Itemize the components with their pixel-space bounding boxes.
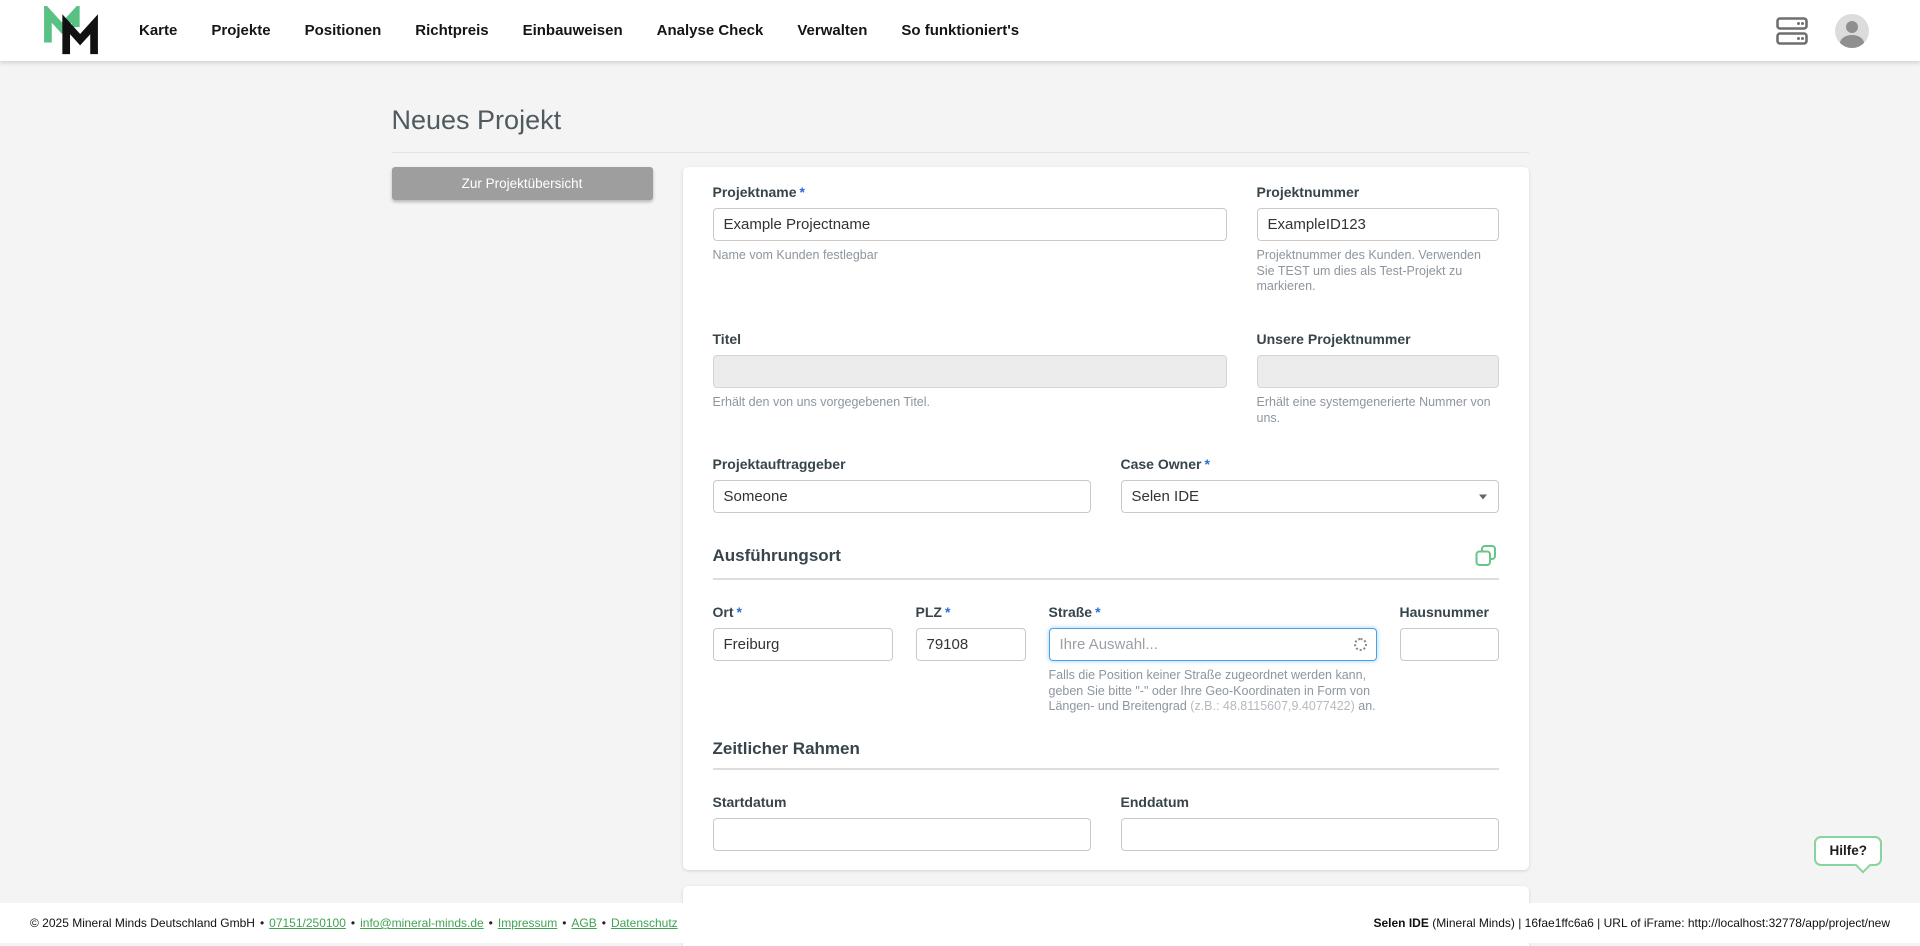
- ort-input[interactable]: [713, 628, 893, 661]
- hausnummer-label: Hausnummer: [1400, 604, 1499, 621]
- footer-left: © 2025 Mineral Minds Deutschland GmbH•07…: [30, 916, 678, 930]
- section-zeitlicher-rahmen: Zeitlicher Rahmen: [713, 739, 1499, 770]
- required-asterisk: *: [1204, 456, 1209, 472]
- footer-link-datenschutz[interactable]: Datenschutz: [611, 916, 678, 930]
- field-plz: PLZ*: [916, 604, 1026, 715]
- page-title: Neues Projekt: [392, 105, 1529, 153]
- field-projektnummer: Projektnummer Projektnummer des Kunden. …: [1257, 184, 1499, 295]
- projektnummer-input[interactable]: [1257, 208, 1499, 241]
- nav-item-karte[interactable]: Karte: [122, 0, 194, 61]
- unsere-projektnummer-helper: Erhält eine systemgenerierte Nummer von …: [1257, 395, 1499, 426]
- plz-input[interactable]: [916, 628, 1026, 661]
- field-unsere-projektnummer: Unsere Projektnummer Erhält eine systemg…: [1257, 331, 1499, 426]
- app-footer: © 2025 Mineral Minds Deutschland GmbH•07…: [0, 903, 1920, 943]
- section-ausfuehrungsort: Ausführungsort: [713, 543, 1499, 580]
- main-nav: Karte Projekte Positionen Richtpreis Ein…: [122, 0, 1036, 61]
- avatar-head-icon: [1846, 21, 1858, 33]
- projektnummer-label: Projektnummer: [1257, 184, 1499, 201]
- field-projektauftraggeber: Projektauftraggeber: [713, 456, 1091, 513]
- help-button[interactable]: Hilfe?: [1814, 836, 1882, 866]
- nav-item-so-funktionierts[interactable]: So funktioniert's: [884, 0, 1036, 61]
- field-titel: Titel Erhält den von uns vorgegebenen Ti…: [713, 331, 1227, 426]
- enddatum-label: Enddatum: [1121, 794, 1499, 811]
- copyright-text: © 2025 Mineral Minds Deutschland GmbH: [30, 916, 255, 930]
- required-asterisk: *: [945, 604, 950, 620]
- nav-item-einbauweisen[interactable]: Einbauweisen: [506, 0, 640, 61]
- field-strasse: Straße* Falls die Position keiner Straße…: [1049, 604, 1377, 715]
- strasse-label: Straße*: [1049, 604, 1377, 621]
- field-ort: Ort*: [713, 604, 893, 715]
- nav-item-projekte[interactable]: Projekte: [194, 0, 287, 61]
- field-startdatum: Startdatum: [713, 794, 1091, 851]
- section-ausfuehrungsort-title: Ausführungsort: [713, 546, 841, 566]
- titel-label: Titel: [713, 331, 1227, 348]
- startdatum-input[interactable]: [713, 818, 1091, 851]
- avatar-body-icon: [1840, 35, 1864, 48]
- field-projektname: Projektname* Name vom Kunden festlegbar: [713, 184, 1227, 295]
- case-owner-select[interactable]: [1121, 480, 1499, 513]
- field-hausnummer: Hausnummer: [1400, 604, 1499, 715]
- project-form-card: Projektname* Name vom Kunden festlegbar …: [683, 167, 1529, 870]
- required-asterisk: *: [1095, 604, 1100, 620]
- footer-link-impressum[interactable]: Impressum: [498, 916, 557, 930]
- nav-item-richtpreis[interactable]: Richtpreis: [398, 0, 505, 61]
- hausnummer-input[interactable]: [1400, 628, 1499, 661]
- enddatum-input[interactable]: [1121, 818, 1499, 851]
- ort-label: Ort*: [713, 604, 893, 621]
- footer-link-agb[interactable]: AGB: [571, 916, 596, 930]
- strasse-input[interactable]: [1049, 628, 1377, 661]
- projektname-label: Projektname*: [713, 184, 1227, 201]
- footer-link-email[interactable]: info@mineral-minds.de: [360, 916, 484, 930]
- copy-address-icon[interactable]: [1473, 543, 1499, 569]
- footer-user: Selen IDE: [1374, 916, 1429, 930]
- projektname-input[interactable]: [713, 208, 1227, 241]
- nav-item-analyse-check[interactable]: Analyse Check: [640, 0, 781, 61]
- projektname-helper: Name vom Kunden festlegbar: [713, 248, 1227, 264]
- main-content: Neues Projekt Zur Projektübersicht Proje…: [392, 61, 1529, 946]
- case-owner-label: Case Owner*: [1121, 456, 1499, 473]
- right-column: Projektname* Name vom Kunden festlegbar …: [683, 167, 1529, 946]
- footer-env-info: (Mineral Minds) | 16fae1ffc6a6 | URL of …: [1429, 916, 1890, 930]
- mineral-minds-logo-icon[interactable]: [42, 7, 100, 55]
- left-column: Zur Projektübersicht: [392, 167, 653, 200]
- nav-item-positionen[interactable]: Positionen: [288, 0, 399, 61]
- startdatum-label: Startdatum: [713, 794, 1091, 811]
- user-avatar[interactable]: [1835, 14, 1869, 48]
- projektauftraggeber-input[interactable]: [713, 480, 1091, 513]
- projektauftraggeber-label: Projektauftraggeber: [713, 456, 1091, 473]
- unsere-projektnummer-input: [1257, 355, 1499, 388]
- titel-helper: Erhält den von uns vorgegebenen Titel.: [713, 395, 1227, 411]
- field-case-owner: Case Owner*: [1121, 456, 1499, 513]
- field-enddatum: Enddatum: [1121, 794, 1499, 851]
- titel-input: [713, 355, 1227, 388]
- required-asterisk: *: [800, 184, 805, 200]
- required-asterisk: *: [737, 604, 742, 620]
- server-icon[interactable]: [1775, 16, 1809, 46]
- app-header: Karte Projekte Positionen Richtpreis Ein…: [0, 0, 1920, 61]
- unsere-projektnummer-label: Unsere Projektnummer: [1257, 331, 1499, 348]
- nav-item-verwalten[interactable]: Verwalten: [780, 0, 884, 61]
- header-actions: [1775, 14, 1869, 48]
- footer-link-phone[interactable]: 07151/250100: [269, 916, 346, 930]
- section-zeitlicher-rahmen-title: Zeitlicher Rahmen: [713, 739, 860, 759]
- projektnummer-helper: Projektnummer des Kunden. Verwenden Sie …: [1257, 248, 1499, 295]
- footer-session-info: Selen IDE (Mineral Minds) | 16fae1ffc6a6…: [1374, 916, 1891, 930]
- loading-spinner-icon: [1354, 638, 1367, 651]
- strasse-helper: Falls die Position keiner Straße zugeord…: [1049, 668, 1377, 715]
- zur-projektuebersicht-button[interactable]: Zur Projektübersicht: [392, 167, 653, 200]
- plz-label: PLZ*: [916, 604, 1026, 621]
